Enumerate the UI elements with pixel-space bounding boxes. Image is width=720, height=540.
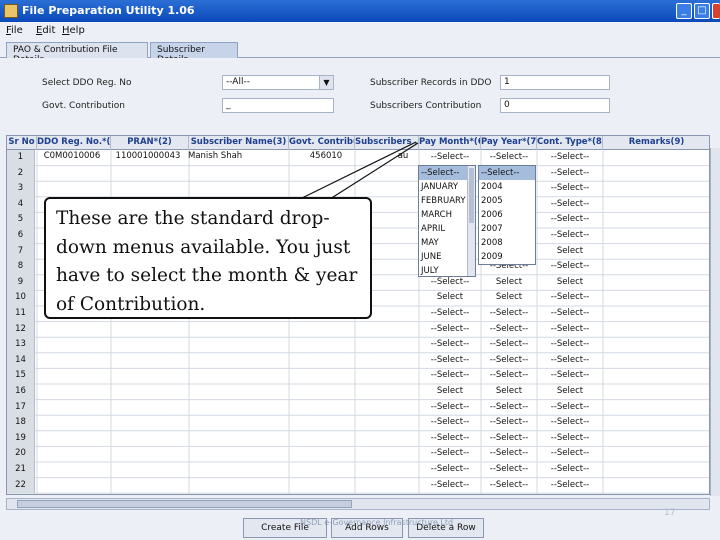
- page-number: 17: [664, 508, 676, 518]
- vertical-scrollbar[interactable]: [710, 148, 720, 496]
- footer-text: NSDL e-Governance Infrastructure Ltd: [300, 518, 454, 527]
- scroll-thumb[interactable]: [17, 500, 352, 508]
- callout-text: These are the standard drop-down menus a…: [44, 197, 372, 319]
- horizontal-scrollbar[interactable]: [6, 498, 710, 510]
